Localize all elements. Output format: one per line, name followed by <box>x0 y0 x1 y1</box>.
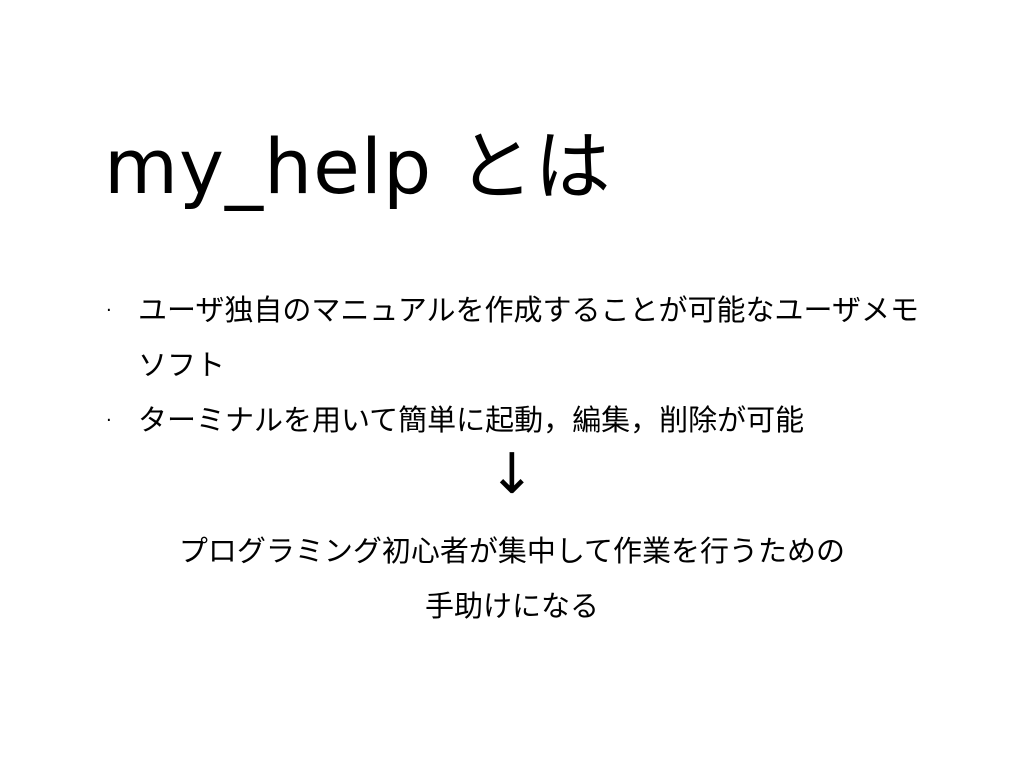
slide: my_help とは · ユーザ独自のマニュアルを作成することが可能なユーザメモ… <box>0 0 1024 768</box>
bullet-item: · ユーザ独自のマニュアルを作成することが可能なユーザメモソフト <box>104 283 924 393</box>
bullet-text: ユーザ独自のマニュアルを作成することが可能なユーザメモソフト <box>138 293 919 382</box>
conclusion-text: プログラミング初心者が集中して作業を行うための 手助けになる <box>100 524 924 634</box>
down-arrow-icon: ↓ <box>488 442 536 507</box>
conclusion-line: プログラミング初心者が集中して作業を行うための <box>178 534 846 568</box>
bullet-list: · ユーザ独自のマニュアルを作成することが可能なユーザメモソフト · ターミナル… <box>104 283 924 448</box>
conclusion-line: 手助けになる <box>424 589 599 623</box>
bullet-marker: · <box>106 300 112 321</box>
bullet-text: ターミナルを用いて簡単に起動，編集，削除が可能 <box>138 403 805 437</box>
slide-title: my_help とは <box>104 122 612 211</box>
